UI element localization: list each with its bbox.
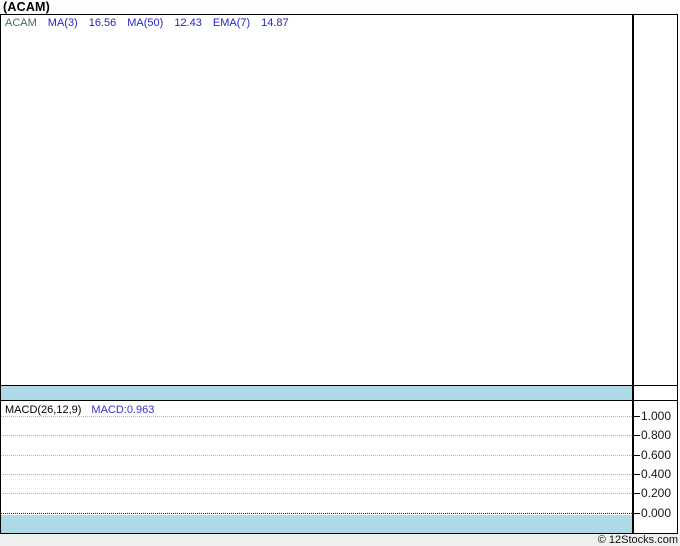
gridline-0.000-zero <box>1 513 632 514</box>
legend-ema7-label: EMA(7) <box>212 17 251 29</box>
panel-separator-band-fill <box>1 386 632 400</box>
y-axis-tick <box>634 474 640 475</box>
price-legend: ACAM MA(3) 16.56 MA(50) 12.43 EMA(7) 14.… <box>5 17 289 30</box>
y-axis-label: 0.400 <box>641 467 672 481</box>
y-axis-tick <box>634 513 640 514</box>
y-axis-label: 0.000 <box>641 506 672 520</box>
legend-ma50-label: MA(50) <box>127 17 164 29</box>
y-axis-label: 1.000 <box>641 409 672 423</box>
gridline-1.000 <box>1 416 632 417</box>
chart-frame: ACAM MA(3) 16.56 MA(50) 12.43 EMA(7) 14.… <box>0 14 678 534</box>
gridline-0.400 <box>1 474 632 475</box>
copyright-brand: © 12Stocks.com <box>597 534 678 546</box>
y-axis-tick <box>634 455 640 456</box>
y-axis-tick <box>634 416 640 417</box>
legend-ma3-value: 16.56 <box>88 17 117 29</box>
gridline-0.800 <box>1 435 632 436</box>
y-axis-label: 0.600 <box>641 448 672 462</box>
macd-bottom-band <box>1 515 632 533</box>
y-axis-label: 0.200 <box>641 486 672 500</box>
y-axis-tick <box>634 493 640 494</box>
gridline-0.600 <box>1 455 632 456</box>
page-title: (ACAM) <box>3 0 51 14</box>
footer-strip: © 12Stocks.com <box>0 534 680 546</box>
y-axis-label: 0.800 <box>641 428 672 442</box>
y-axis-tick <box>634 435 640 436</box>
panel-separator-band <box>1 385 677 401</box>
legend-ma3-label: MA(3) <box>47 17 78 29</box>
legend-ticker: ACAM <box>5 17 37 29</box>
stock-chart-page: (ACAM) ACAM MA(3) 16.56 MA(50) 12.43 EMA… <box>0 0 680 546</box>
legend-ma50-value: 12.43 <box>174 17 202 29</box>
gridline-0.200 <box>1 493 632 494</box>
legend-ema7-value: 14.87 <box>261 17 289 29</box>
